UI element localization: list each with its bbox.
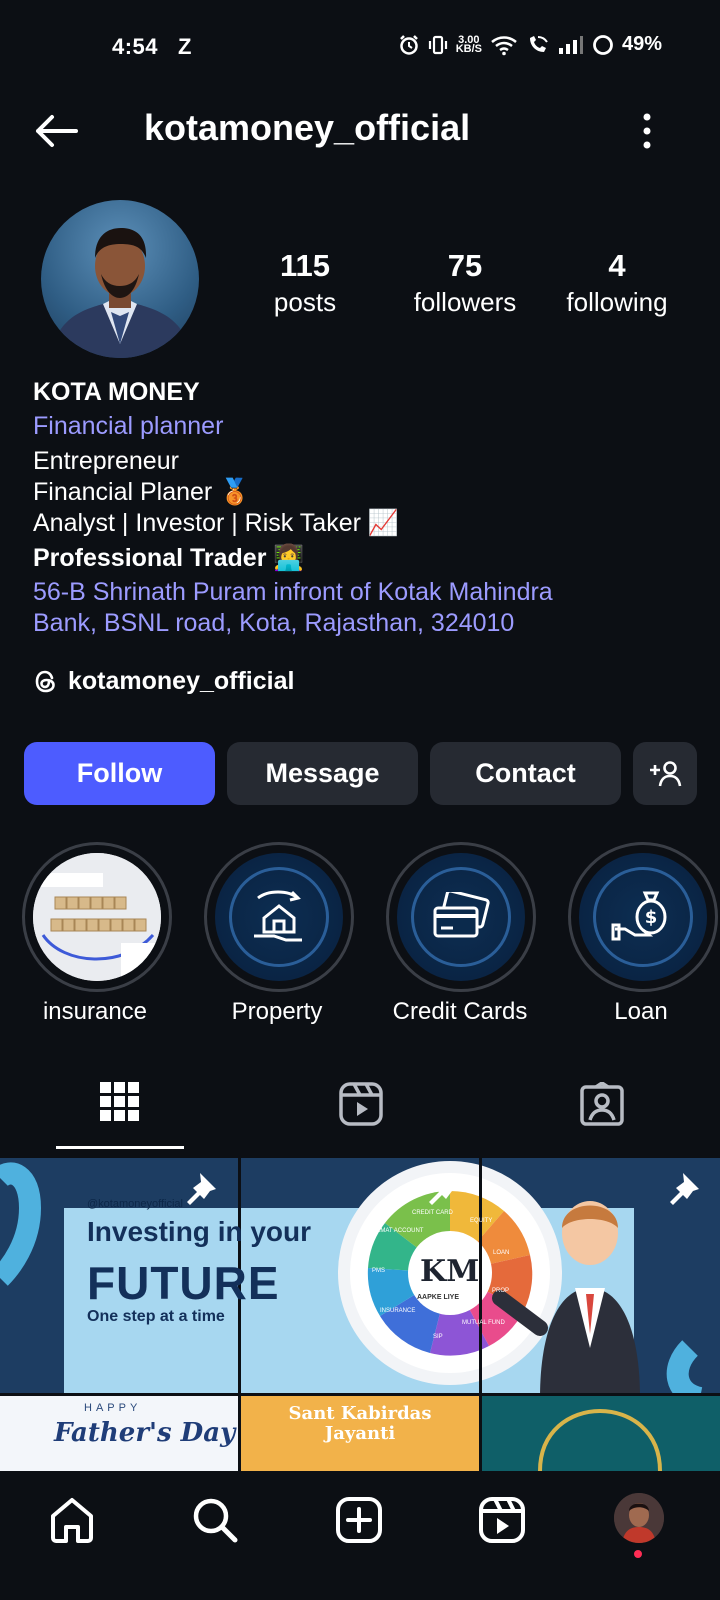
reels-tab-icon[interactable] [339, 1082, 383, 1126]
svg-text:$: $ [645, 907, 658, 928]
posts-grid: @kotamoneyofficial Investing in your FUT… [0, 1158, 720, 1471]
back-arrow-icon[interactable] [32, 111, 80, 151]
plus-square-icon[interactable] [335, 1496, 383, 1544]
avatar-portrait [51, 228, 191, 358]
profile-avatar[interactable] [41, 200, 199, 358]
battery-icon [593, 34, 613, 55]
alarm-icon [399, 34, 418, 55]
wifi-icon [491, 35, 517, 55]
bio-line-3: Analyst | Investor | Risk Taker 📈 [33, 509, 399, 537]
add-user-button[interactable] [633, 742, 697, 805]
tagged-icon[interactable] [580, 1082, 624, 1126]
avatar[interactable] [614, 1493, 664, 1543]
search-icon[interactable] [191, 1496, 239, 1544]
followers-label: followers [413, 287, 517, 317]
following-stat[interactable]: 4 following [547, 248, 687, 320]
credit-card-icon [433, 892, 490, 938]
status-icons: 3.00 KB/S 49% [398, 33, 662, 56]
notification-dot [634, 1550, 642, 1558]
threads-handle: kotamoney_official [68, 667, 295, 695]
more-options-icon[interactable] [640, 111, 654, 151]
bottom-navigation [0, 1471, 720, 1600]
highlight-loan[interactable]: $ [568, 842, 718, 992]
profile-header: kotamoney_official [0, 95, 720, 165]
status-bar: 4:54 Z 3.00 KB/S 49% [0, 0, 720, 95]
bio-line-1: Entrepreneur [33, 447, 179, 475]
home-icon[interactable] [48, 1496, 96, 1544]
bio-line-2: Financial Planer 🥉 [33, 478, 251, 506]
post-5[interactable] [241, 1396, 479, 1471]
post-1[interactable] [0, 1158, 238, 1393]
vibrate-icon [428, 35, 447, 54]
net-speed: 3.00 KB/S [455, 34, 482, 55]
add-person-icon [650, 760, 682, 786]
insurance-tiles-image [33, 853, 161, 981]
nav-avatar-image [614, 1493, 664, 1543]
posts-stat[interactable]: 115 posts [245, 248, 365, 320]
threads-link[interactable]: kotamoney_official [33, 667, 294, 696]
reels-icon[interactable] [478, 1496, 526, 1544]
message-button[interactable]: Message [227, 742, 418, 805]
highlight-credit-cards-label: Credit Cards [392, 998, 528, 1025]
highlight-credit-cards[interactable] [386, 842, 536, 992]
house-hand-icon [254, 890, 302, 942]
followers-count: 75 [447, 248, 483, 283]
highlight-property[interactable] [204, 842, 354, 992]
post-2[interactable] [241, 1158, 479, 1393]
post-3[interactable] [482, 1158, 720, 1393]
profile-username: kotamoney_official [144, 107, 471, 148]
posts-count: 115 [279, 248, 330, 283]
highlight-property-label: Property [231, 998, 323, 1025]
grid-icon[interactable] [100, 1082, 140, 1122]
contact-button[interactable]: Contact [430, 742, 621, 805]
post-6[interactable] [482, 1396, 720, 1471]
profile-category[interactable]: Financial planner [33, 411, 223, 442]
bio-address-line-1[interactable]: 56-B Shrinath Puram infront of Kotak Mah… [33, 577, 553, 608]
bio-address-line-2[interactable]: Bank, BSNL road, Kota, Rajasthan, 324010 [33, 608, 514, 639]
highlight-insurance-label: insurance [42, 998, 148, 1025]
profile-name: KOTA MONEY [33, 378, 200, 406]
bio-line-4: Professional Trader 👩‍💻 [33, 544, 305, 572]
net-speed-unit: KB/S [455, 42, 482, 55]
active-tab-indicator [56, 1146, 184, 1149]
status-time: 4:54 [112, 34, 159, 59]
followers-stat[interactable]: 75 followers [395, 248, 535, 320]
signal-icon [558, 35, 583, 54]
insurance-photo [33, 853, 161, 981]
highlight-insurance[interactable] [22, 842, 172, 992]
highlight-loan-label: Loan [614, 998, 668, 1025]
wifi-call-icon [529, 35, 548, 52]
following-label: following [566, 287, 668, 317]
carrier-glyph: Z [178, 34, 192, 59]
following-count: 4 [608, 248, 626, 283]
money-bag-hand-icon: $ [611, 891, 667, 941]
threads-icon [35, 670, 55, 693]
follow-button[interactable]: Follow [24, 742, 215, 805]
posts-label: posts [273, 287, 337, 317]
battery-percent: 49% [621, 33, 662, 55]
post-4[interactable] [0, 1396, 238, 1471]
